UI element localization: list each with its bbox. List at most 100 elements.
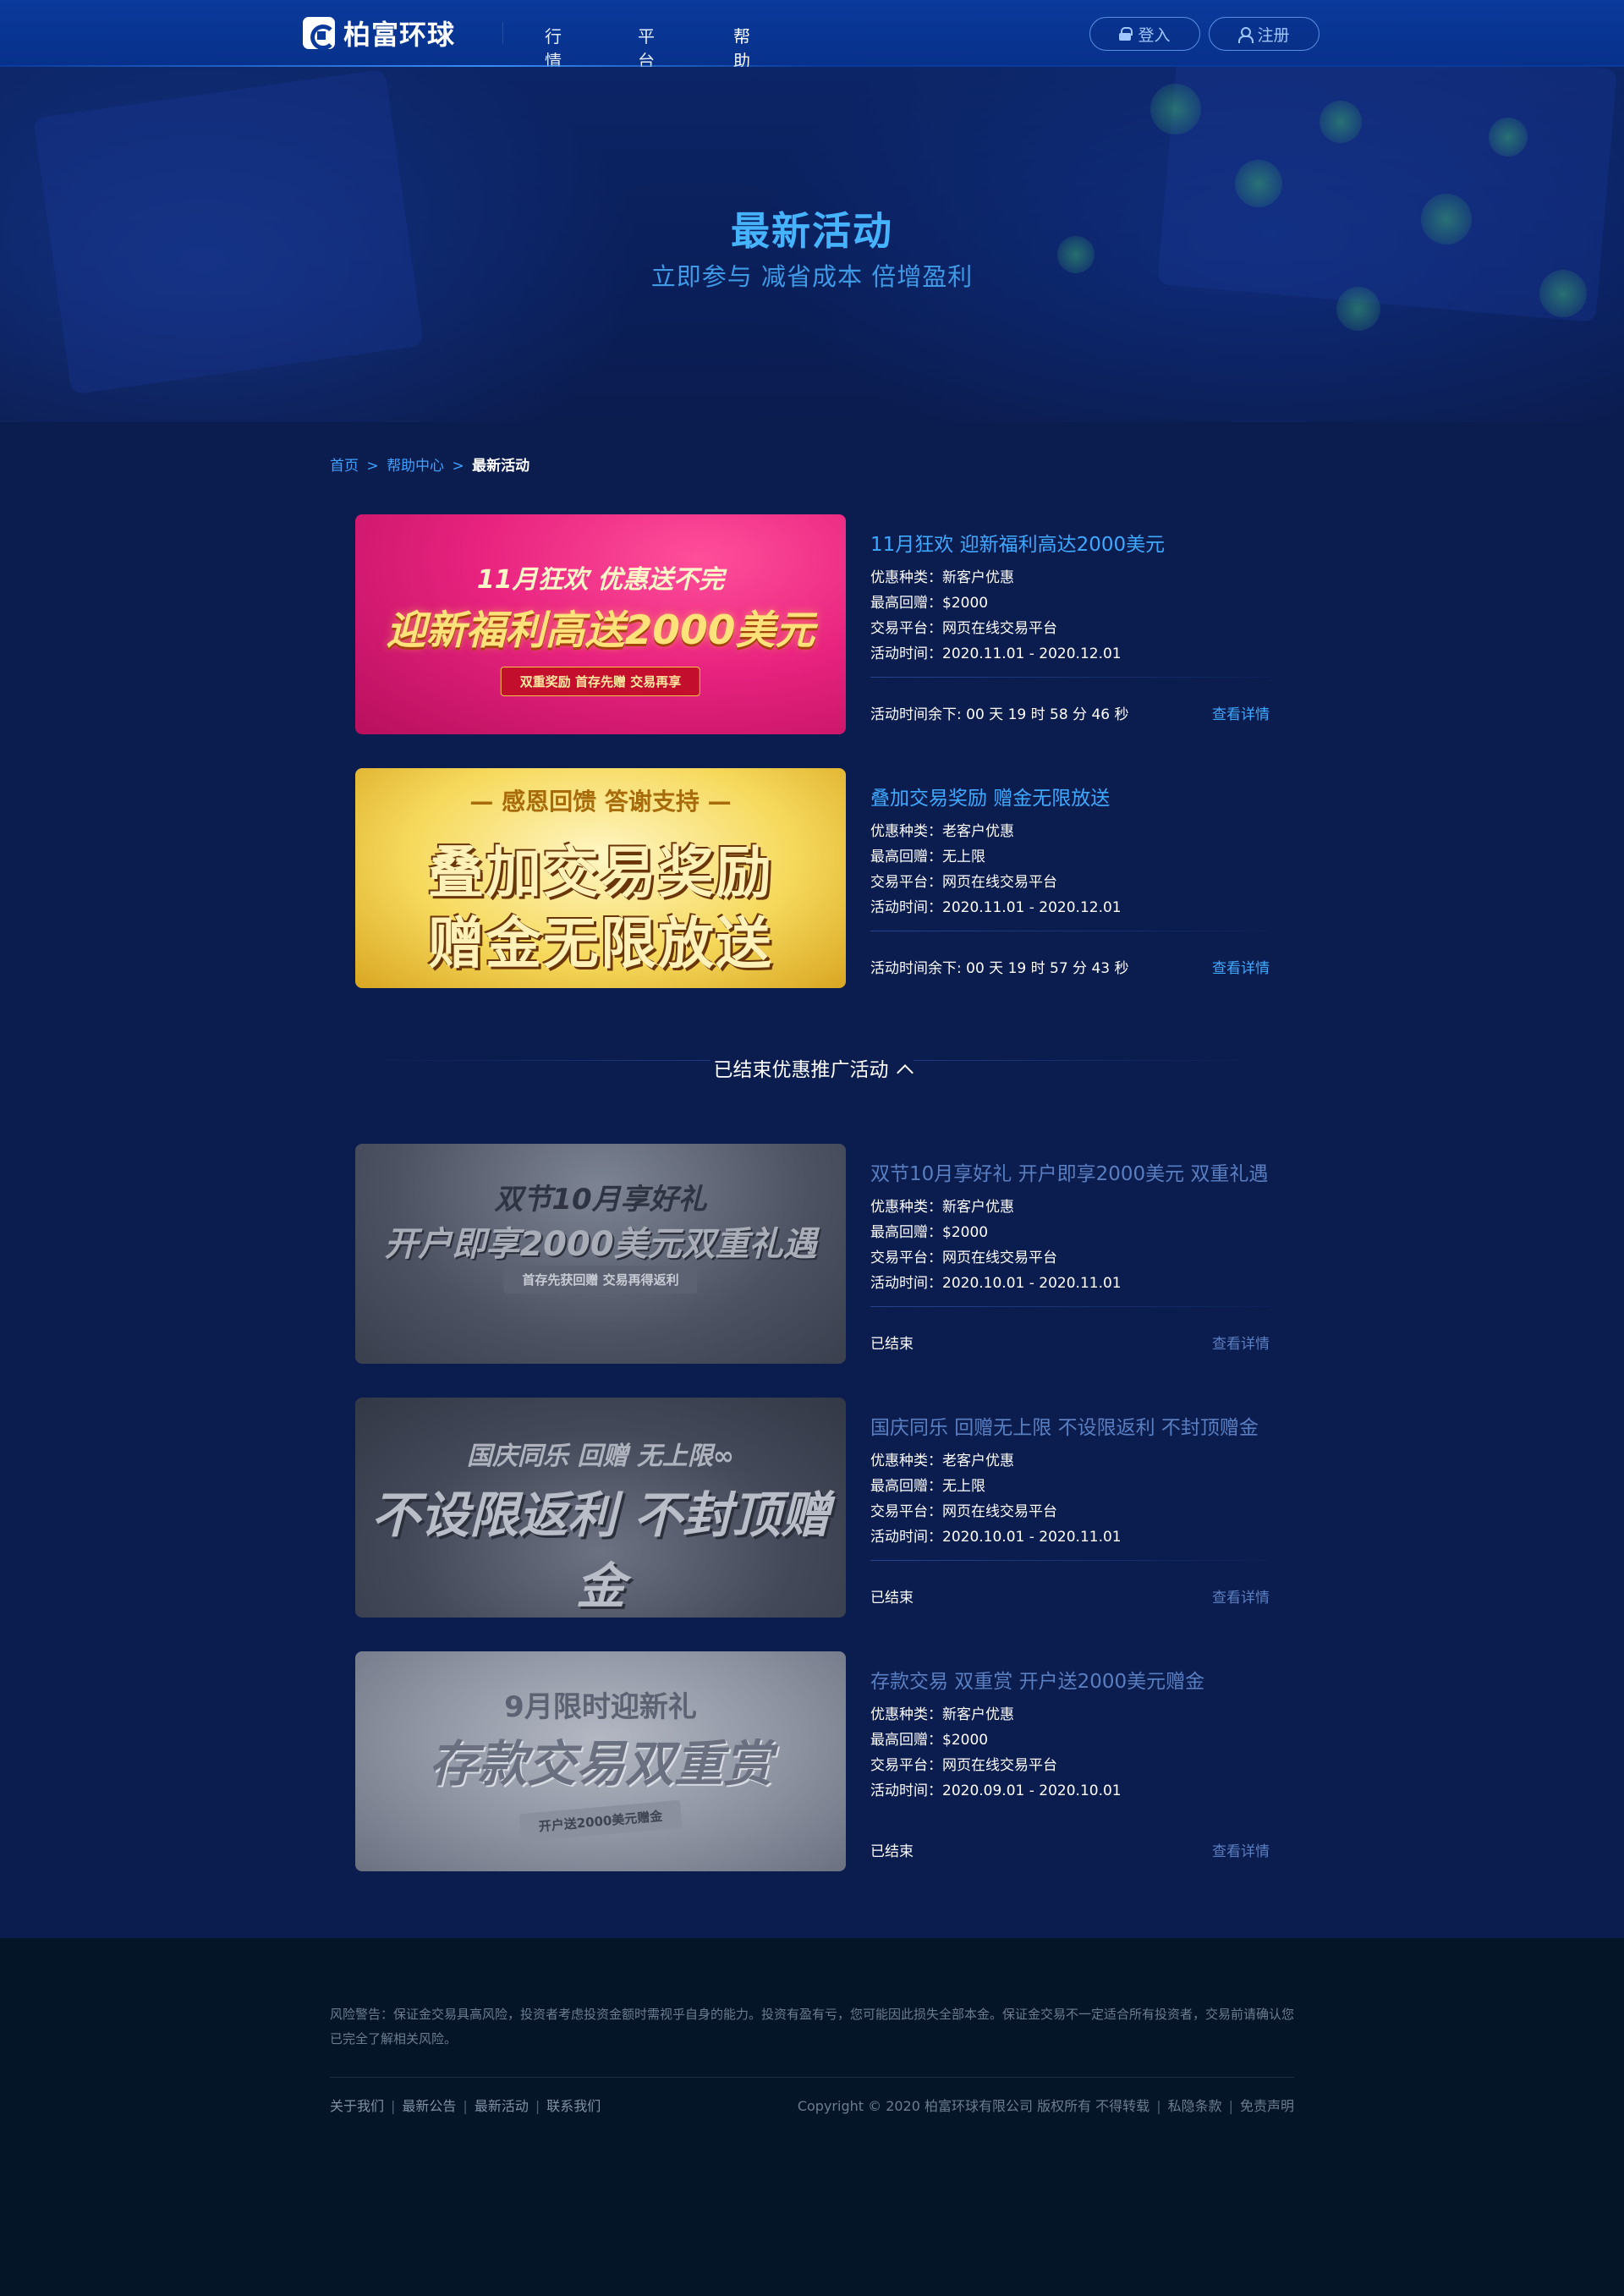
- top-header: 柏富环球 行情 平台 帮助中心 登入 注册: [0, 0, 1624, 129]
- activity-max-row: 最高回赠：$2000: [870, 1727, 988, 1749]
- activity-max-value: $2000: [942, 595, 989, 612]
- activity-info: 双节10月享好礼 开户即享2000美元 双重礼遇 优惠种类：新客户优惠 最高回赠…: [870, 1144, 1270, 1364]
- hero-decor-dot: [1150, 84, 1201, 135]
- activity-banner-image[interactable]: 国庆同乐 回赠 无上限∞ 不设限返利 不封顶赠金: [355, 1398, 846, 1618]
- activity-info: 国庆同乐 回赠无上限 不设限返利 不封顶赠金 优惠种类：老客户优惠 最高回赠：无…: [870, 1398, 1270, 1618]
- activity-banner-image[interactable]: 11月狂欢 优惠送不完 迎新福利高送2000美元 双重奖励 首存先赠 交易再享: [355, 514, 846, 734]
- ended-activities-toggle[interactable]: 已结束优惠推广活动: [0, 1053, 1624, 1082]
- activity-title[interactable]: 双节10月享好礼 开户即享2000美元 双重礼遇: [870, 1157, 1268, 1186]
- view-details-link[interactable]: 查看详情: [1212, 1332, 1270, 1353]
- breadcrumb-help-center[interactable]: 帮助中心: [387, 458, 444, 475]
- activity-max-label: 最高回赠：: [870, 1478, 942, 1495]
- chevron-up-icon: [896, 1064, 914, 1081]
- activity-type-value: 老客户优惠: [942, 823, 1014, 840]
- hero-subtitle: 立即参与 减省成本 倍增盈利: [650, 262, 974, 291]
- site-logo[interactable]: 柏富环球: [303, 17, 456, 51]
- banner-main-text: 迎新福利高送2000美元: [386, 607, 815, 654]
- activity-time-value: 2020.11.01 - 2020.12.01: [942, 899, 1122, 916]
- footer-link-about[interactable]: 关于我们: [330, 2098, 384, 2114]
- footer-divider: [330, 2077, 1294, 2078]
- activity-platform-row: 交易平台：网页在线交易平台: [870, 1499, 1057, 1520]
- activity-max-value: $2000: [942, 1732, 989, 1749]
- card-divider: [870, 677, 1270, 678]
- banner-main-text-line-1: 叠加交易奖励: [428, 840, 773, 905]
- user-icon: [1238, 27, 1254, 43]
- nav-item-platform[interactable]: 平台: [638, 23, 655, 72]
- logo-text: 柏富环球: [343, 19, 456, 51]
- activity-banner-image[interactable]: 9月限时迎新礼 存款交易双重赏 开户送2000美元赠金: [355, 1651, 846, 1871]
- footer-links: 关于我们 | 最新公告 | 最新活动 | 联系我们: [330, 2095, 601, 2115]
- activity-type-label: 优惠种类：: [870, 823, 942, 840]
- footer-separator: |: [1228, 2098, 1233, 2114]
- activity-max-value: 无上限: [942, 1478, 985, 1495]
- activity-type-row: 优惠种类：新客户优惠: [870, 565, 1014, 586]
- activity-type-row: 优惠种类：老客户优惠: [870, 1448, 1014, 1469]
- activity-card: 11月狂欢 优惠送不完 迎新福利高送2000美元 双重奖励 首存先赠 交易再享 …: [355, 514, 1270, 734]
- lock-icon: [1119, 27, 1133, 41]
- activity-type-label: 优惠种类：: [870, 1706, 942, 1723]
- activity-time-label: 活动时间：: [870, 645, 942, 662]
- activity-status: 已结束: [870, 1336, 914, 1353]
- activity-platform-value: 网页在线交易平台: [942, 1250, 1057, 1266]
- ended-activity-card: 双节10月享好礼 开户即享2000美元双重礼遇 首存先获回赠 交易再得返利 双节…: [355, 1144, 1270, 1364]
- activity-status: 已结束: [870, 1590, 914, 1607]
- activity-info: 11月狂欢 迎新福利高达2000美元 优惠种类：新客户优惠 最高回赠：$2000…: [870, 514, 1270, 734]
- register-button[interactable]: 注册: [1209, 17, 1320, 51]
- hero-banner: 最新活动 立即参与 减省成本 倍增盈利: [0, 67, 1624, 422]
- copyright-text: Copyright © 2020 柏富环球有限公司 版权所有 不得转载: [797, 2098, 1150, 2114]
- activity-time-row: 活动时间：2020.10.01 - 2020.11.01: [870, 1271, 1122, 1292]
- card-divider: [870, 1560, 1270, 1561]
- footer-separator: |: [463, 2098, 468, 2114]
- breadcrumb: 首页 > 帮助中心 > 最新活动: [330, 453, 529, 475]
- activity-platform-label: 交易平台：: [870, 1250, 942, 1266]
- activity-max-label: 最高回赠：: [870, 1224, 942, 1241]
- view-details-link[interactable]: 查看详情: [1212, 1585, 1270, 1607]
- footer-separator: |: [1156, 2098, 1161, 2114]
- login-label: 登入: [1138, 25, 1171, 45]
- login-button[interactable]: 登入: [1089, 17, 1200, 51]
- activity-title[interactable]: 国庆同乐 回赠无上限 不设限返利 不封顶赠金: [870, 1411, 1259, 1440]
- activity-banner-image[interactable]: — 感恩回馈 答谢支持 — 叠加交易奖励 赠金无限放送: [355, 768, 846, 988]
- activity-banner-image[interactable]: 双节10月享好礼 开户即享2000美元双重礼遇 首存先获回赠 交易再得返利: [355, 1144, 846, 1364]
- activity-max-label: 最高回赠：: [870, 1732, 942, 1749]
- breadcrumb-current: 最新活动: [472, 458, 530, 475]
- view-details-link[interactable]: 查看详情: [1212, 702, 1270, 723]
- footer-link-announcements[interactable]: 最新公告: [402, 2098, 456, 2114]
- activity-title[interactable]: 叠加交易奖励 赠金无限放送: [870, 782, 1110, 810]
- view-details-link[interactable]: 查看详情: [1212, 956, 1270, 977]
- activity-time-row: 活动时间：2020.09.01 - 2020.10.01: [870, 1778, 1122, 1799]
- banner-main-text: 存款交易双重赏: [428, 1735, 772, 1793]
- activity-time-row: 活动时间：2020.11.01 - 2020.12.01: [870, 895, 1122, 916]
- logo-icon: [303, 17, 336, 50]
- activity-max-row: 最高回赠：无上限: [870, 1474, 985, 1495]
- activity-title[interactable]: 存款交易 双重赏 开户送2000美元赠金: [870, 1665, 1204, 1694]
- disclaimer-link[interactable]: 免责声明: [1240, 2098, 1294, 2114]
- breadcrumb-home[interactable]: 首页: [330, 458, 359, 475]
- activity-card: — 感恩回馈 答谢支持 — 叠加交易奖励 赠金无限放送 叠加交易奖励 赠金无限放…: [355, 768, 1270, 988]
- activity-info: 存款交易 双重赏 开户送2000美元赠金 优惠种类：新客户优惠 最高回赠：$20…: [870, 1651, 1270, 1871]
- activity-max-value: 无上限: [942, 849, 985, 865]
- footer-link-contact[interactable]: 联系我们: [546, 2098, 601, 2114]
- activity-platform-row: 交易平台：网页在线交易平台: [870, 870, 1057, 891]
- risk-warning: 风险警告：保证金交易具高风险，投资者考虑投资金额时需视乎自身的能力。投资有盈有亏…: [330, 2007, 1295, 2046]
- privacy-link[interactable]: 私隐条款: [1168, 2098, 1222, 2114]
- nav-divider: [502, 22, 503, 44]
- view-details-link[interactable]: 查看详情: [1212, 1839, 1270, 1860]
- activity-type-label: 优惠种类：: [870, 1199, 942, 1216]
- footer-separator: |: [391, 2098, 396, 2114]
- activity-platform-value: 网页在线交易平台: [942, 1757, 1057, 1774]
- activity-platform-label: 交易平台：: [870, 874, 942, 891]
- activity-platform-label: 交易平台：: [870, 620, 942, 637]
- activity-platform-value: 网页在线交易平台: [942, 620, 1057, 637]
- activity-max-label: 最高回赠：: [870, 595, 942, 612]
- footer-copyright: Copyright © 2020 柏富环球有限公司 版权所有 不得转载 | 私隐条款…: [798, 2095, 1294, 2115]
- hero-decor-dot: [1336, 287, 1380, 331]
- nav-item-market[interactable]: 行情: [545, 23, 562, 72]
- activity-time-label: 活动时间：: [870, 899, 942, 916]
- activity-platform-row: 交易平台：网页在线交易平台: [870, 1245, 1057, 1266]
- activity-title[interactable]: 11月狂欢 迎新福利高达2000美元: [870, 528, 1165, 557]
- banner-headline: 双节10月享好礼: [494, 1183, 707, 1217]
- footer-link-activities[interactable]: 最新活动: [475, 2098, 529, 2114]
- site-footer: 风险警告：保证金交易具高风险，投资者考虑投资金额时需视乎自身的能力。投资有盈有亏…: [0, 1938, 1624, 2296]
- card-divider: [870, 1306, 1270, 1307]
